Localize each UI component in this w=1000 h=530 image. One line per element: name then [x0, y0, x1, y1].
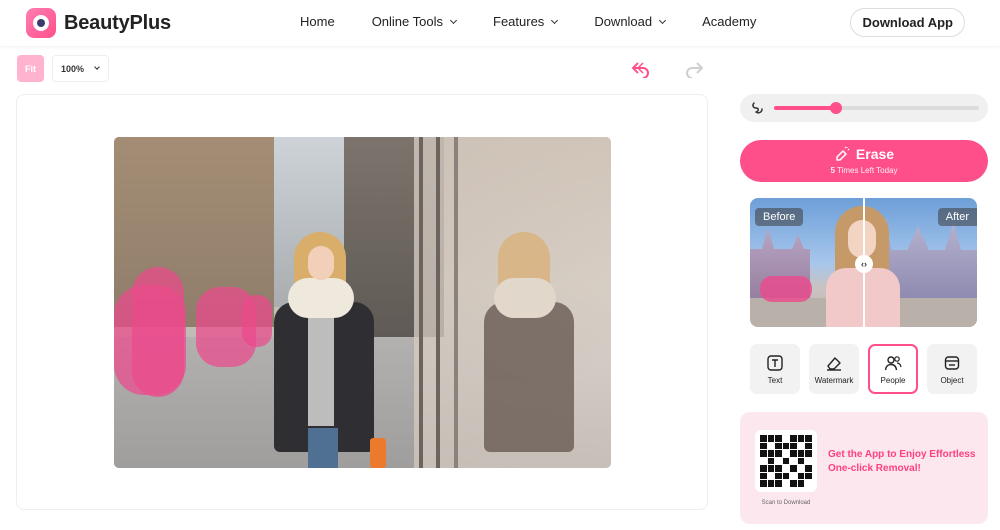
- people-mask-region: [242, 295, 272, 347]
- nav-home-label: Home: [300, 14, 335, 29]
- chevron-down-icon: [659, 16, 667, 24]
- brush-size-slider[interactable]: [740, 94, 988, 122]
- nav-download[interactable]: Download: [594, 14, 667, 29]
- window-reflection: [474, 232, 574, 468]
- tool-text-label: Text: [767, 375, 783, 385]
- tool-people[interactable]: People: [868, 344, 918, 394]
- top-header: BeautyPlus Home Online Tools Features Do…: [0, 0, 1000, 46]
- people-icon: [884, 355, 902, 370]
- text-icon: [767, 354, 783, 371]
- nav-online-tools-label: Online Tools: [371, 14, 443, 29]
- compare-handle-icon[interactable]: ‹›: [855, 255, 873, 273]
- brand-name: BeautyPlus: [64, 11, 171, 34]
- erase-label: Erase: [855, 146, 895, 162]
- tool-people-label: People: [880, 375, 906, 385]
- zoom-select[interactable]: 100%: [52, 55, 109, 82]
- nav-home[interactable]: Home: [300, 14, 335, 29]
- slider-knob[interactable]: [829, 102, 842, 114]
- brand-logo[interactable]: BeautyPlus: [26, 8, 171, 38]
- fit-button[interactable]: Fit: [17, 55, 44, 82]
- editor-canvas[interactable]: [16, 94, 708, 510]
- redo-icon[interactable]: [685, 60, 705, 78]
- after-label: After: [937, 208, 977, 226]
- app-promo-card[interactable]: Scan to Download Get the App to Enjoy Ef…: [740, 412, 988, 524]
- people-mask-region: [132, 267, 184, 397]
- before-label: Before: [755, 208, 804, 226]
- undo-icon[interactable]: [630, 60, 650, 78]
- main-subject: [274, 232, 386, 468]
- erase-count: 5: [830, 166, 835, 175]
- erase-remaining: 5 Times Left Today: [740, 166, 988, 175]
- edited-photo[interactable]: [114, 137, 611, 468]
- brush-icon: [752, 102, 763, 114]
- main-nav: Home Online Tools Features Download Acad…: [300, 14, 793, 29]
- before-after-preview[interactable]: ‹› Before After: [750, 198, 977, 327]
- nav-features[interactable]: Features: [493, 14, 559, 29]
- chevron-down-icon: [551, 16, 559, 24]
- nav-academy[interactable]: Academy: [702, 14, 756, 29]
- slider-fill: [774, 106, 836, 110]
- tool-object-label: Object: [940, 375, 964, 385]
- chevron-down-icon: [94, 64, 100, 70]
- nav-online-tools[interactable]: Online Tools: [371, 14, 458, 29]
- eraser-icon: [827, 356, 841, 371]
- removal-tools: Text Watermark People Object: [750, 344, 977, 394]
- object-icon: [944, 355, 960, 370]
- zoom-value: 100%: [61, 63, 85, 74]
- nav-features-label: Features: [493, 14, 545, 29]
- erase-button[interactable]: Erase 5 Times Left Today: [740, 140, 988, 182]
- qr-code: [755, 430, 817, 492]
- slider-track[interactable]: [774, 102, 979, 114]
- tool-watermark[interactable]: Watermark: [809, 344, 859, 394]
- tool-object[interactable]: Object: [927, 344, 977, 394]
- promo-message: Get the App to Enjoy Effortless One-clic…: [828, 449, 976, 474]
- scan-to-download-label: Scan to Download: [761, 500, 811, 506]
- erase-title: Erase: [740, 146, 988, 162]
- nav-academy-label: Academy: [702, 14, 757, 29]
- erase-count-suffix: Times Left Today: [837, 166, 898, 175]
- tool-watermark-label: Watermark: [814, 375, 854, 385]
- nav-download-label: Download: [594, 14, 653, 29]
- chevron-down-icon: [449, 16, 458, 24]
- download-app-button[interactable]: Download App: [850, 8, 965, 37]
- qr-code-icon: [760, 435, 812, 487]
- beautyplus-logo-icon: [26, 8, 56, 38]
- people-mask-region: [760, 276, 812, 302]
- tool-text[interactable]: Text: [750, 344, 800, 394]
- magic-eraser-icon: [836, 146, 850, 161]
